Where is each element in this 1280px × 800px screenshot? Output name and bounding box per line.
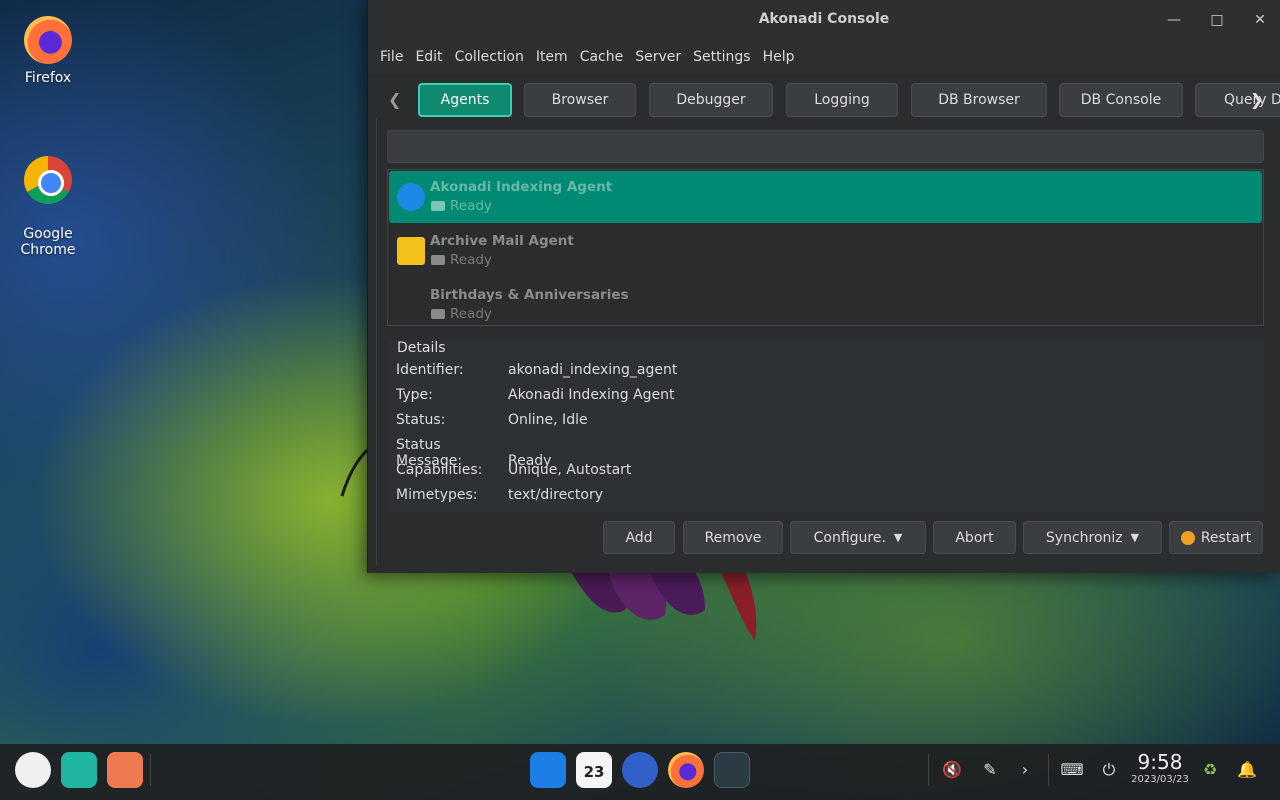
detail-label: Mimetypes:: [396, 487, 478, 503]
volume-muted-icon[interactable]: 🔇: [939, 757, 965, 783]
agent-name: Archive Mail Agent: [430, 233, 574, 249]
menu-help[interactable]: Help: [763, 49, 795, 65]
message-icon: [431, 255, 445, 265]
tab-browser[interactable]: Browser: [524, 83, 636, 117]
tab-agents[interactable]: Agents: [418, 83, 512, 117]
search-icon: [397, 183, 425, 211]
trash-icon[interactable]: ♻: [1197, 757, 1223, 783]
titlebar: Akonadi Console — □ ✕: [368, 0, 1280, 40]
detail-label: Type:: [396, 387, 433, 403]
agent-status: Ready: [450, 198, 492, 214]
clock-date[interactable]: 2023/03/23: [1130, 774, 1190, 785]
chrome-icon: [24, 156, 72, 204]
restart-icon: [1180, 530, 1195, 545]
agent-name: Akonadi Indexing Agent: [430, 179, 613, 195]
agent-status: Ready: [450, 306, 492, 322]
detail-mimetypes: Mimetypes: text/directory: [396, 487, 603, 503]
detail-value: Unique, Autostart: [508, 462, 632, 478]
restart-button[interactable]: Restart: [1169, 521, 1263, 554]
launcher-icon[interactable]: [15, 752, 51, 788]
taskbar-divider: [928, 754, 929, 786]
menu-edit[interactable]: Edit: [415, 49, 442, 65]
minimize-button[interactable]: —: [1164, 10, 1184, 30]
detail-value: Akonadi Indexing Agent: [508, 387, 675, 403]
detail-value: akonadi_indexing_agent: [508, 362, 678, 378]
add-button[interactable]: Add: [603, 521, 675, 554]
desktop-firefox[interactable]: Firefox: [0, 16, 96, 86]
menubar: File Edit Collection Item Cache Server S…: [368, 40, 1280, 74]
taskbar: 23 🔇 ✎ › ⌨ ⏻ 9:58 2023/03/23 ♻ 🔔: [0, 744, 1280, 800]
details-title: Details: [397, 340, 446, 356]
window-title: Akonadi Console: [758, 11, 890, 27]
agent-name: Birthdays & Anniversaries: [430, 287, 629, 303]
menu-server[interactable]: Server: [635, 49, 681, 65]
firefox-icon[interactable]: [668, 752, 704, 788]
abort-button[interactable]: Abort: [933, 521, 1016, 554]
detail-value: text/directory: [508, 487, 603, 503]
terminal-icon[interactable]: [714, 752, 750, 788]
desktop-icon-label: Google Chrome: [20, 226, 76, 258]
agent-row-akonadi-indexing-agent[interactable]: Akonadi Indexing Agent Ready: [389, 171, 1262, 223]
control-center-icon[interactable]: [622, 752, 658, 788]
file-manager-icon[interactable]: [530, 752, 566, 788]
agent-list: Akonadi Indexing Agent Ready Archive Mai…: [387, 169, 1264, 326]
agent-status: Ready: [450, 252, 492, 268]
detail-label: Capabilities:: [396, 462, 483, 478]
multitasking-view-icon[interactable]: [61, 752, 97, 788]
detail-type: Type: Akonadi Indexing Agent: [396, 387, 675, 403]
calendar-icon[interactable]: 23: [576, 752, 612, 788]
app-store-icon[interactable]: [107, 752, 143, 788]
details-section: Details Identifier: akonadi_indexing_agen…: [387, 340, 1264, 512]
restart-label: Restart: [1200, 529, 1252, 546]
detail-label: Status:: [396, 412, 446, 428]
keyboard-icon[interactable]: ⌨: [1059, 757, 1085, 783]
synchronize-label: Synchroniz: [1045, 529, 1123, 546]
tab-query-debugger[interactable]: Query D: [1195, 83, 1280, 117]
agent-filter-input[interactable]: [387, 130, 1264, 163]
detail-value: Online, Idle: [508, 412, 588, 428]
menu-file[interactable]: File: [380, 49, 403, 65]
detail-capabilities: Capabilities: Unique, Autostart: [396, 462, 631, 478]
menu-collection[interactable]: Collection: [455, 49, 524, 65]
tab-bar: ❮ Agents Browser Debugger Logging DB Bro…: [368, 82, 1280, 118]
detail-status: Status: Online, Idle: [396, 412, 588, 428]
tab-db-console[interactable]: DB Console: [1059, 83, 1183, 117]
taskbar-divider: [1048, 754, 1049, 786]
tab-scroll-right-icon[interactable]: ❯: [1250, 90, 1263, 109]
screenshot-icon[interactable]: ✎: [977, 757, 1003, 783]
desktop-google-chrome[interactable]: Google Chrome: [0, 140, 96, 274]
tab-logging[interactable]: Logging: [786, 83, 898, 117]
tab-db-browser[interactable]: DB Browser: [911, 83, 1047, 117]
mail-icon: [397, 237, 425, 265]
configure-label: Configure.: [813, 529, 886, 546]
detail-identifier: Identifier: akonadi_indexing_agent: [396, 362, 677, 378]
power-icon[interactable]: ⏻: [1096, 757, 1122, 783]
desktop-icon-label: Firefox: [24, 70, 72, 86]
message-icon: [431, 309, 445, 319]
firefox-icon: [24, 16, 72, 64]
notification-bell-icon[interactable]: 🔔: [1234, 757, 1260, 783]
chevron-down-icon: ▼: [893, 531, 903, 544]
agents-panel: Akonadi Indexing Agent Ready Archive Mai…: [376, 118, 1273, 566]
chevron-down-icon: ▼: [1130, 531, 1140, 544]
synchronize-button[interactable]: Synchroniz ▼: [1023, 521, 1162, 554]
detail-label: Identifier:: [396, 362, 464, 378]
menu-settings[interactable]: Settings: [693, 49, 750, 65]
taskbar-divider: [150, 754, 151, 786]
tab-debugger[interactable]: Debugger: [649, 83, 773, 117]
wallpaper-flower: [565, 560, 757, 640]
agent-row-birthdays-anniversaries[interactable]: Birthdays & Anniversaries Ready: [389, 279, 1262, 325]
maximize-button[interactable]: □: [1207, 10, 1227, 30]
clock-time[interactable]: 9:58: [1134, 750, 1186, 774]
akonadi-console-window: Akonadi Console — □ ✕ File Edit Collecti…: [367, 0, 1280, 573]
chevron-right-icon[interactable]: ›: [1012, 757, 1038, 783]
close-button[interactable]: ✕: [1250, 10, 1270, 30]
remove-button[interactable]: Remove: [683, 521, 783, 554]
menu-cache[interactable]: Cache: [580, 49, 624, 65]
agent-row-archive-mail-agent[interactable]: Archive Mail Agent Ready: [389, 225, 1262, 277]
menu-item[interactable]: Item: [536, 49, 568, 65]
tab-scroll-left-icon[interactable]: ❮: [388, 90, 401, 109]
configure-button[interactable]: Configure. ▼: [790, 521, 926, 554]
message-icon: [431, 201, 445, 211]
